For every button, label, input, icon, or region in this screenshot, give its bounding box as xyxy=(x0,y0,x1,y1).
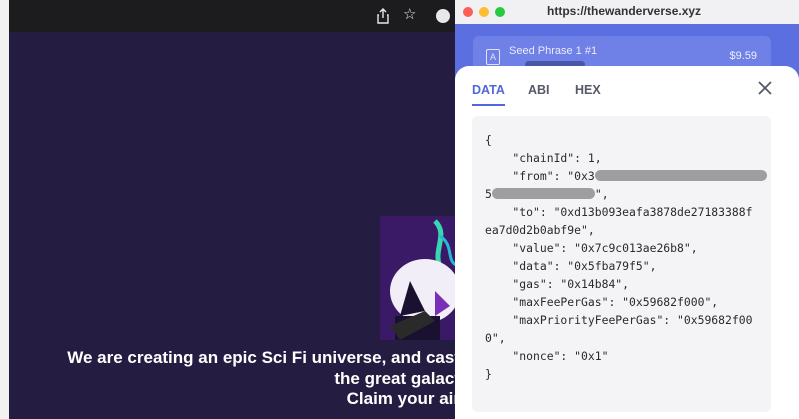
close-window-button[interactable] xyxy=(463,7,473,17)
star-icon[interactable]: ☆ xyxy=(403,7,416,23)
json-line: "gas": "0x14b84", xyxy=(485,277,630,291)
json-line: ea7d0d2b0abf9e", xyxy=(485,223,595,237)
redacted-address xyxy=(594,170,767,181)
json-line: "value": "0x7c9c013ae26b8", xyxy=(485,241,698,255)
json-line: "to": "0xd13b093eafa3878de27183388f xyxy=(485,205,753,219)
wallet-popup: https://thewanderverse.xyz A Seed Phrase… xyxy=(455,0,799,419)
contract-icon: A xyxy=(486,49,500,65)
hero-text-line: Claim your air xyxy=(346,389,460,408)
extension-icon[interactable] xyxy=(436,9,450,23)
tab-abi[interactable]: ABI xyxy=(528,83,550,97)
json-line: "chainId": 1, xyxy=(485,151,602,165)
details-sheet: DATA ABI HEX { "chainId": 1, "from": "0x… xyxy=(455,66,799,419)
json-line: } xyxy=(485,367,492,381)
json-line: 0", xyxy=(485,331,506,345)
summary-title: Seed Phrase 1 #1 xyxy=(509,45,598,57)
maximize-window-button[interactable] xyxy=(495,7,505,17)
hero-text-line: We are creating an epic Sci Fi universe,… xyxy=(67,348,460,367)
json-line: 5 ", xyxy=(485,187,609,201)
tab-hex[interactable]: HEX xyxy=(575,83,601,97)
hero-text-line: the great galact xyxy=(334,369,460,388)
popup-url: https://thewanderverse.xyz xyxy=(547,4,702,18)
tab-data[interactable]: DATA xyxy=(472,83,505,97)
close-icon[interactable] xyxy=(757,80,773,96)
json-line: "nonce": "0x1" xyxy=(485,349,609,363)
json-line: "from": "0x3 xyxy=(485,169,767,183)
transaction-data-json: { "chainId": 1, "from": "0x3 5 ", "to": "… xyxy=(472,116,771,412)
redacted-address xyxy=(491,188,595,199)
minimize-window-button[interactable] xyxy=(479,7,489,17)
json-line: "data": "0x5fba79f5", xyxy=(485,259,657,273)
popup-titlebar: https://thewanderverse.xyz xyxy=(455,0,799,24)
json-line: { xyxy=(485,133,492,147)
hero-artwork xyxy=(380,216,460,340)
active-tab-indicator xyxy=(472,104,505,106)
summary-price: $9.59 xyxy=(729,50,757,62)
json-line: "maxFeePerGas": "0x59682f000", xyxy=(485,295,719,309)
json-line: "maxPriorityFeePerGas": "0x59682f00 xyxy=(485,313,753,327)
share-icon[interactable] xyxy=(376,8,390,28)
